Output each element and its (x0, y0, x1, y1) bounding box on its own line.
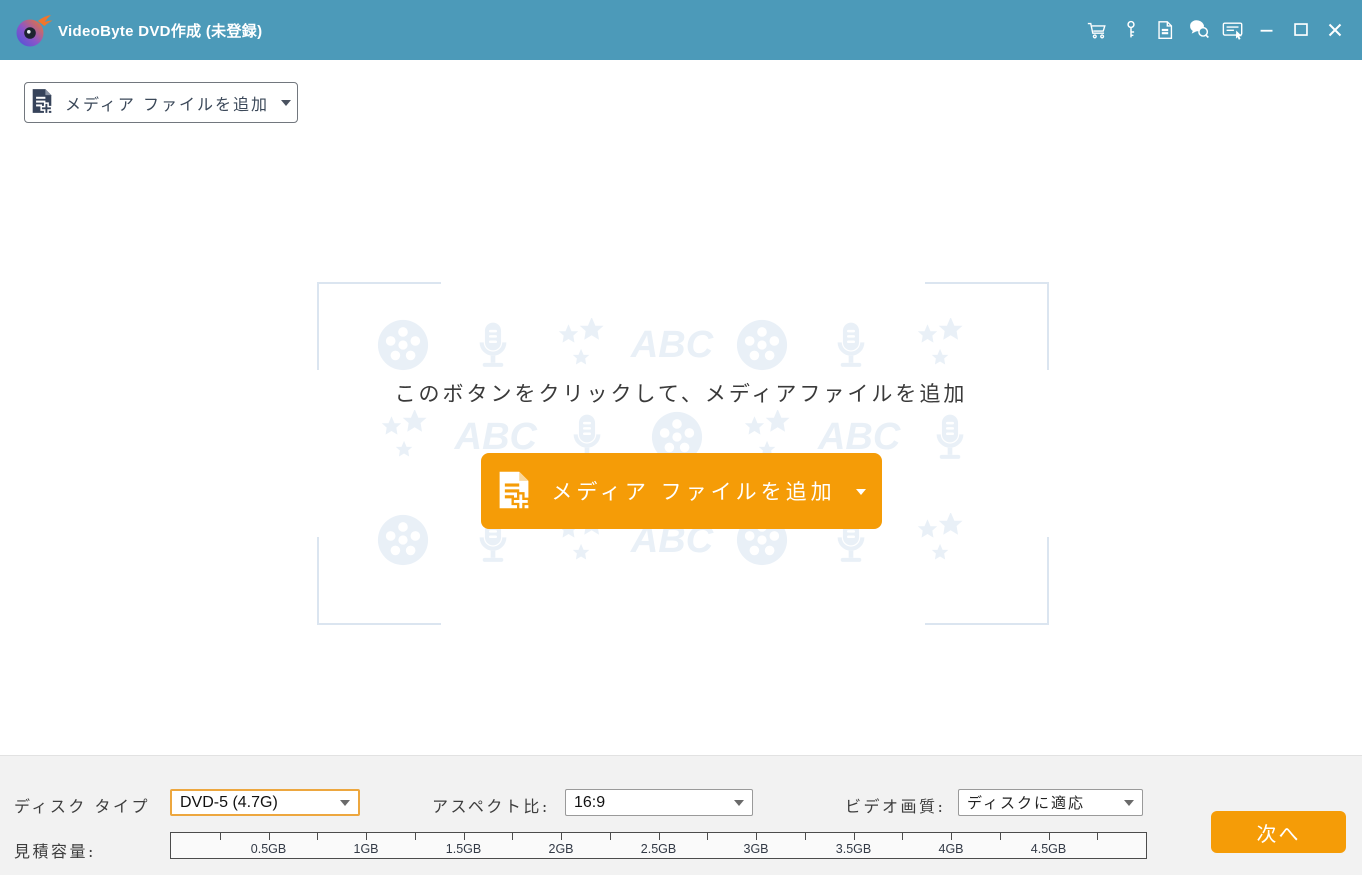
register-document-icon[interactable] (1148, 13, 1182, 47)
stars-watermark-icon (913, 512, 969, 568)
capacity-tick-label: 3.5GB (835, 842, 872, 856)
chevron-down-icon (340, 800, 350, 811)
window-title: VideoByte DVD作成 (未登録) (58, 22, 263, 40)
disc-type-value: DVD-5 (4.7G) (180, 793, 278, 811)
minimize-button[interactable] (1250, 13, 1284, 47)
dropzone-hint-text: このボタンをクリックして、メディアファイルを追加 (394, 382, 968, 406)
disc-type-select[interactable]: DVD-5 (4.7G) (170, 789, 360, 816)
stars-watermark-icon (913, 317, 969, 373)
titlebar-actions (1080, 0, 1352, 60)
capacity-tick (219, 833, 221, 840)
microphone-watermark-icon (922, 409, 978, 465)
next-button[interactable]: 次へ (1211, 811, 1346, 853)
capacity-tick-label: 4GB (938, 842, 964, 856)
aspect-ratio-value: 16:9 (574, 793, 606, 811)
stars-watermark-icon (554, 317, 610, 373)
media-dropzone[interactable]: ABC ABC ABC ABC このボタンをクリックして、メディアファイルを追加 メデ… (0, 60, 1362, 755)
capacity-tick (902, 833, 904, 840)
video-quality-select[interactable]: ディスクに適応 (958, 789, 1143, 816)
capacity-tick (512, 833, 514, 840)
feedback-icon[interactable] (1182, 13, 1216, 47)
aspect-ratio-label: アスペクト比: (432, 797, 550, 816)
disc-type-label: ディスク タイプ (14, 797, 150, 816)
video-quality-value: ディスクに適応 (967, 794, 1085, 812)
capacity-tick (268, 833, 270, 840)
chevron-down-icon (1124, 800, 1134, 811)
app-logo-icon (12, 8, 54, 52)
capacity-tick (804, 833, 806, 840)
capacity-tick-label: 3GB (743, 842, 769, 856)
capacity-tick (463, 833, 465, 840)
settings-bar: ディスク タイプ DVD-5 (4.7G) アスペクト比: 16:9 ビデオ画質… (0, 755, 1362, 875)
close-button[interactable] (1318, 13, 1352, 47)
capacity-tick (609, 833, 611, 840)
estimated-capacity-label: 見積容量: (14, 842, 96, 861)
capacity-tick (1048, 833, 1050, 840)
capacity-tick-label: 1GB (353, 842, 379, 856)
capacity-tick (756, 833, 757, 840)
add-media-button-main[interactable]: メディア ファイルを追加 (481, 453, 882, 529)
video-quality-label: ビデオ画質: (845, 797, 946, 816)
watermark-row: ABC (375, 317, 969, 373)
capacity-tick-label: 0.5GB (250, 842, 287, 856)
chevron-down-icon (734, 800, 744, 811)
capacity-tick (951, 833, 952, 840)
capacity-tick-label: 1.5GB (445, 842, 482, 856)
capacity-tick (414, 833, 416, 840)
microphone-watermark-icon (465, 317, 521, 373)
capacity-tick-label: 2GB (548, 842, 574, 856)
capacity-tick (366, 833, 367, 840)
capacity-tick (317, 833, 319, 840)
cart-icon[interactable] (1080, 13, 1114, 47)
film-reel-watermark-icon (375, 317, 431, 373)
film-reel-watermark-icon (375, 512, 431, 568)
titlebar: VideoByte DVD作成 (未登録) (0, 0, 1362, 60)
capacity-tick (658, 833, 660, 840)
aspect-ratio-select[interactable]: 16:9 (565, 789, 753, 816)
key-icon[interactable] (1114, 13, 1148, 47)
microphone-watermark-icon (823, 317, 879, 373)
add-media-label: メディア ファイルを追加 (551, 480, 836, 504)
chevron-down-icon (855, 488, 866, 500)
file-plus-icon (497, 470, 531, 513)
app-window: VideoByte DVD作成 (未登録) メディア ファイルを追加 ABC A… (0, 0, 1362, 875)
stars-watermark-icon (377, 409, 433, 465)
capacity-tick (1097, 833, 1099, 840)
film-reel-watermark-icon (734, 317, 790, 373)
menu-icon[interactable] (1216, 13, 1250, 47)
maximize-button[interactable] (1284, 13, 1318, 47)
capacity-tick-label: 2.5GB (640, 842, 677, 856)
capacity-tick (999, 833, 1001, 840)
capacity-gauge: 0.5GB 1GB 1.5GB 2GB 2.5GB 3GB 3.5GB 4GB 4.5GB (170, 832, 1147, 859)
abc-watermark-icon: ABC (630, 323, 714, 366)
capacity-tick (853, 833, 855, 840)
capacity-tick (707, 833, 709, 840)
capacity-tick (561, 833, 562, 840)
capacity-tick-label: 4.5GB (1030, 842, 1067, 856)
